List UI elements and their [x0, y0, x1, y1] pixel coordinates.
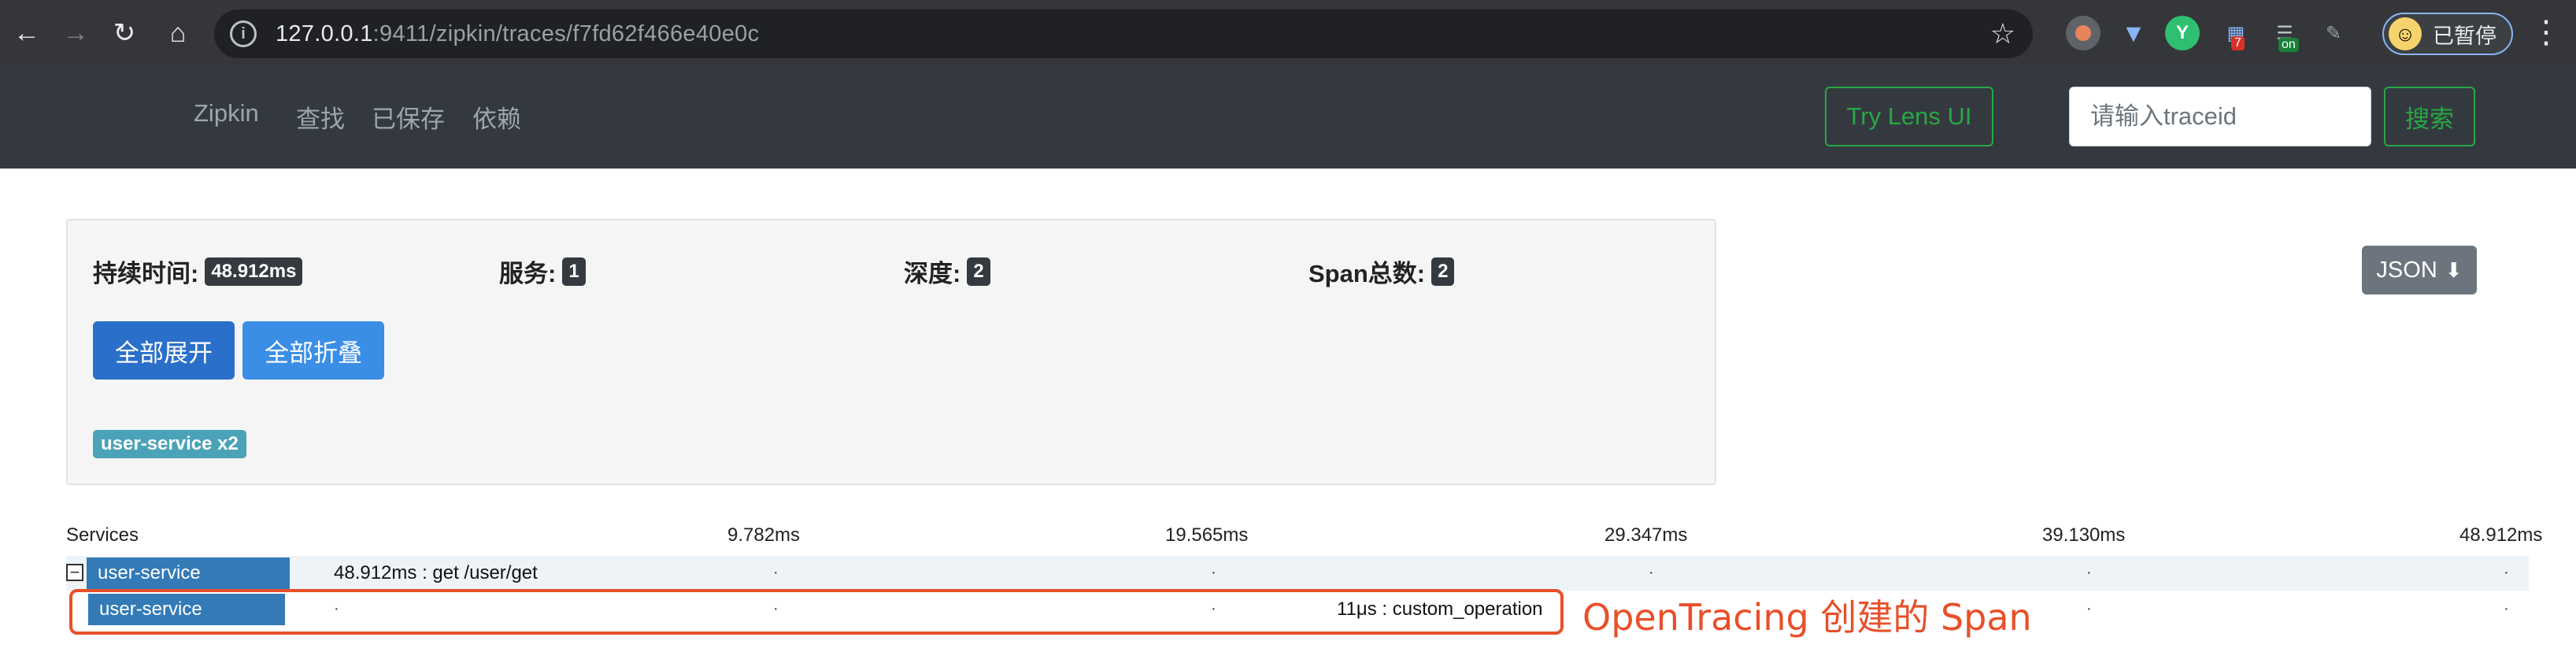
span-row[interactable]: − user-service 48.912ms : get /user/get …: [66, 556, 2529, 591]
annotation-text: OpenTracing 创建的 Span: [1582, 596, 2032, 639]
depth-badge: 2: [967, 257, 990, 286]
services-stat: 服务: 1: [499, 254, 586, 289]
brand-link[interactable]: Zipkin: [194, 99, 259, 128]
home-icon[interactable]: ⌂: [154, 9, 202, 57]
tick-label: 39.130ms: [2042, 524, 2126, 546]
app-navbar: Zipkin 查找 已保存 依赖 Try Lens UI 搜索: [0, 66, 2576, 169]
avatar: ☺: [2389, 17, 2422, 50]
tick-marker: ·: [2086, 564, 2092, 581]
duration-label: 持续时间:: [93, 260, 199, 287]
services-header: Services: [66, 524, 139, 546]
more-menu-icon[interactable]: ⋮: [2530, 14, 2562, 50]
tick-marker: ·: [2504, 600, 2509, 617]
shield-extension-icon[interactable]: ▼: [2116, 16, 2151, 50]
collapse-toggle-icon[interactable]: −: [66, 564, 83, 581]
nav-find[interactable]: 查找: [296, 99, 345, 135]
download-icon: ⬇: [2445, 257, 2463, 282]
highlight-box: [69, 589, 1564, 635]
span-total-label: Span总数:: [1308, 260, 1426, 287]
reload-icon[interactable]: ↻: [101, 9, 148, 57]
y-extension-icon[interactable]: Y: [2165, 16, 2200, 50]
url-text[interactable]: 127.0.0.1:9411/zipkin/traces/f7fd62f466e…: [276, 21, 759, 47]
depth-stat: 深度: 2: [904, 254, 990, 289]
browser-toolbar: ← → ↻ ⌂ i 127.0.0.1:9411/zipkin/traces/f…: [0, 0, 2576, 66]
duration-badge: 48.912ms: [205, 257, 303, 286]
nav-saved[interactable]: 已保存: [372, 99, 445, 135]
tick-label: 19.565ms: [1165, 524, 1249, 546]
duration-stat: 持续时间: 48.912ms: [93, 254, 303, 289]
tick-label: 29.347ms: [1604, 524, 1688, 546]
tick-marker: ·: [1649, 564, 1654, 581]
extension-count-badge: 7: [2231, 36, 2245, 50]
span-total-stat: Span总数: 2: [1308, 254, 1455, 289]
span-bar-text: 48.912ms : get /user/get: [334, 562, 538, 583]
eyedropper-extension-icon[interactable]: ✎: [2316, 16, 2351, 50]
url-path: :9411/zipkin/traces/f7fd62f466e40e0c: [372, 20, 760, 46]
tick-marker: ·: [773, 564, 779, 581]
url-host: 127.0.0.1: [276, 20, 373, 46]
nav-dependencies[interactable]: 依赖: [472, 99, 521, 135]
forward-icon[interactable]: →: [52, 9, 99, 57]
expand-all-button[interactable]: 全部展开: [93, 321, 235, 380]
tick-label: 48.912ms: [2459, 524, 2543, 546]
span-total-badge: 2: [1431, 257, 1455, 286]
json-button-label: JSON: [2376, 257, 2437, 283]
address-bar[interactable]: i 127.0.0.1:9411/zipkin/traces/f7fd62f46…: [214, 9, 2033, 58]
record-extension-icon[interactable]: [2066, 16, 2100, 50]
tick-marker: ·: [2086, 600, 2092, 617]
profile-status: 已暂停: [2433, 24, 2496, 48]
depth-label: 深度:: [904, 260, 961, 287]
collapse-all-button[interactable]: 全部折叠: [242, 321, 384, 380]
json-download-button[interactable]: JSON ⬇: [2362, 246, 2477, 295]
tick-marker: ·: [1211, 564, 1216, 581]
service-badge[interactable]: user-service x2: [93, 430, 246, 458]
services-label: 服务:: [499, 260, 557, 287]
services-badge: 1: [562, 257, 586, 286]
trace-summary: 持续时间: 48.912ms 服务: 1 深度: 2 Span总数: 2 全部展…: [66, 219, 1716, 485]
back-icon[interactable]: ←: [3, 9, 50, 57]
span-service-label: user-service: [87, 558, 290, 589]
try-lens-ui-button[interactable]: Try Lens UI: [1825, 87, 1993, 146]
tick-label: 9.782ms: [727, 524, 801, 546]
bookmark-star-icon[interactable]: ☆: [1990, 17, 2015, 50]
site-info-icon[interactable]: i: [230, 20, 257, 47]
profile-button[interactable]: ☺ 已暂停: [2382, 13, 2513, 55]
search-button[interactable]: 搜索: [2384, 87, 2475, 146]
traceid-input[interactable]: [2069, 87, 2371, 146]
tick-marker: ·: [2504, 564, 2509, 581]
extension-on-badge: on: [2278, 38, 2299, 52]
